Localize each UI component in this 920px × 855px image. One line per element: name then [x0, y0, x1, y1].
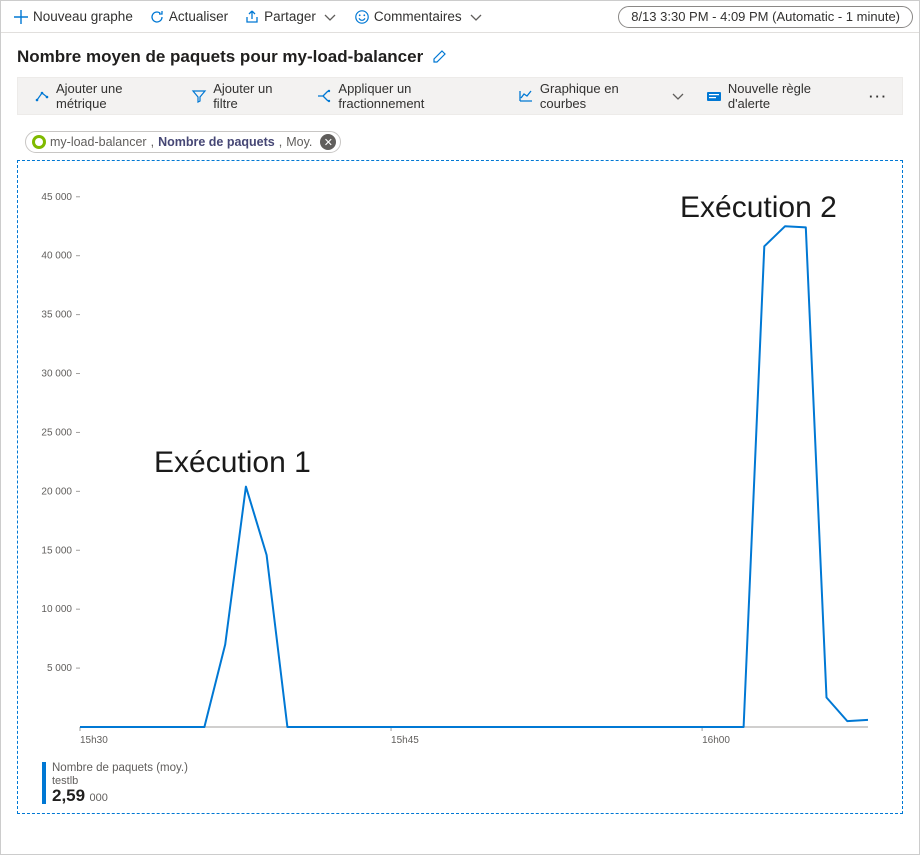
- refresh-icon: [149, 9, 165, 25]
- filter-icon: [191, 88, 207, 104]
- pill-aggregation: Moy.: [286, 135, 312, 149]
- apply-splitting-button[interactable]: Appliquer un fractionnement: [308, 77, 502, 115]
- chart-panel: 5 000 10 000 15 000 20 000 25 000 30 000 35 00…: [17, 160, 903, 814]
- svg-text:15h30: 15h30: [80, 735, 108, 746]
- line-chart-svg: 5 000 10 000 15 000 20 000 25 000 30 000 35 00…: [18, 161, 888, 757]
- chart-legend[interactable]: Nombre de paquets (moy.) testlb 2,59 000: [18, 762, 902, 813]
- legend-color-bar: [42, 762, 46, 804]
- svg-text:5 000: 5 000: [47, 663, 72, 674]
- command-bar: Nouveau graphe Actualiser Partager Comme…: [1, 1, 919, 33]
- metrics-explorer-app: Nouveau graphe Actualiser Partager Comme…: [0, 0, 920, 855]
- resource-icon: [32, 135, 46, 149]
- pill-metric: Nombre de paquets: [158, 135, 275, 149]
- new-chart-button[interactable]: Nouveau graphe: [7, 6, 139, 28]
- share-label: Partager: [264, 9, 316, 24]
- svg-text:30 000: 30 000: [41, 369, 72, 380]
- line-chart-icon: [518, 88, 534, 104]
- refresh-label: Actualiser: [169, 9, 228, 24]
- svg-text:20 000: 20 000: [41, 486, 72, 497]
- svg-text:25 000: 25 000: [41, 427, 72, 438]
- legend-value: 2,59: [52, 786, 85, 805]
- pill-resource: my-load-balancer: [50, 135, 147, 149]
- share-button[interactable]: Partager: [238, 6, 344, 28]
- time-range-label: 8/13 3:30 PM - 4:09 PM (Automatic - 1 mi…: [631, 9, 900, 24]
- metric-pill-row: my-load-balancer, Nombre de paquets, Moy…: [1, 115, 919, 160]
- add-metric-button[interactable]: Ajouter une métrique: [26, 77, 179, 115]
- chart-title-row: Nombre moyen de paquets pour my-load-bal…: [1, 33, 919, 77]
- time-range-picker[interactable]: 8/13 3:30 PM - 4:09 PM (Automatic - 1 mi…: [618, 6, 913, 28]
- add-filter-button[interactable]: Ajouter un filtre: [183, 77, 304, 115]
- chart-title: Nombre moyen de paquets pour my-load-bal…: [17, 47, 423, 67]
- chevron-down-icon: [670, 88, 686, 104]
- new-alert-label: Nouvelle règle d'alerte: [728, 81, 851, 111]
- alert-icon: [706, 88, 722, 104]
- chart-area[interactable]: 5 000 10 000 15 000 20 000 25 000 30 000 35 00…: [18, 161, 902, 762]
- new-alert-rule-button[interactable]: Nouvelle règle d'alerte: [698, 77, 859, 115]
- svg-text:45 000: 45 000: [41, 192, 72, 203]
- chevron-down-icon: [468, 9, 484, 25]
- edit-icon[interactable]: [431, 49, 447, 65]
- legend-metric-name: Nombre de paquets (moy.): [52, 762, 188, 775]
- svg-text:10 000: 10 000: [41, 604, 72, 615]
- refresh-button[interactable]: Actualiser: [143, 6, 234, 28]
- add-metric-icon: [34, 88, 50, 104]
- chart-type-dropdown[interactable]: Graphique en courbes: [510, 77, 694, 115]
- chart-type-label: Graphique en courbes: [540, 81, 662, 111]
- chart-toolbar: Ajouter une métrique Ajouter un filtre A…: [17, 77, 903, 115]
- add-filter-label: Ajouter un filtre: [213, 81, 296, 111]
- add-metric-label: Ajouter une métrique: [56, 81, 171, 111]
- metric-pill[interactable]: my-load-balancer, Nombre de paquets, Moy…: [25, 131, 341, 153]
- svg-text:15h45: 15h45: [391, 735, 419, 746]
- feedback-label: Commentaires: [374, 9, 462, 24]
- plus-icon: [13, 9, 29, 25]
- svg-text:16h00: 16h00: [702, 735, 730, 746]
- legend-unit: 000: [90, 792, 108, 804]
- smile-icon: [354, 9, 370, 25]
- split-icon: [316, 88, 332, 104]
- svg-text:35 000: 35 000: [41, 310, 72, 321]
- apply-splitting-label: Appliquer un fractionnement: [338, 81, 494, 111]
- new-chart-label: Nouveau graphe: [33, 9, 133, 24]
- chevron-down-icon: [322, 9, 338, 25]
- svg-text:40 000: 40 000: [41, 251, 72, 262]
- legend-text: Nombre de paquets (moy.) testlb 2,59 000: [52, 762, 188, 805]
- share-icon: [244, 9, 260, 25]
- feedback-button[interactable]: Commentaires: [348, 6, 490, 28]
- svg-text:15 000: 15 000: [41, 545, 72, 556]
- remove-metric-button[interactable]: ✕: [320, 134, 336, 150]
- more-actions-button[interactable]: ···: [863, 89, 894, 104]
